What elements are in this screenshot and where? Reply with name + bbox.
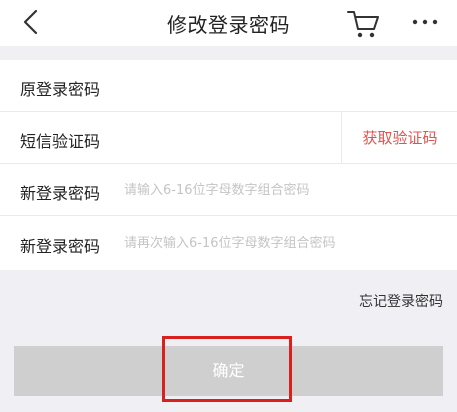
old-password-row: 原登录密码 — [0, 60, 457, 112]
new-password-label: 新登录密码 — [20, 184, 101, 203]
new-password-input[interactable] — [124, 178, 444, 202]
section-separator — [0, 46, 457, 60]
confirm-password-row: 新登录密码 — [0, 216, 457, 270]
nav-header: 修改登录密码 — [0, 0, 457, 46]
more-dots-icon[interactable] — [410, 18, 440, 26]
new-password-row: 新登录密码 — [0, 164, 457, 216]
page-title: 修改登录密码 — [167, 13, 290, 37]
old-password-input[interactable] — [124, 74, 444, 98]
password-form: 原登录密码 短信验证码 获取验证码 新登录密码 新登录密码 — [0, 60, 457, 270]
forgot-password-link[interactable]: 忘记登录密码 — [359, 291, 443, 311]
sms-code-input[interactable] — [124, 126, 324, 150]
confirm-button[interactable]: 确定 — [14, 346, 443, 396]
confirm-password-label: 新登录密码 — [20, 237, 101, 256]
sms-code-row: 短信验证码 获取验证码 — [0, 112, 457, 164]
get-code-button[interactable]: 获取验证码 — [341, 112, 457, 164]
cart-icon[interactable] — [345, 6, 381, 40]
sms-code-label: 短信验证码 — [20, 132, 101, 151]
old-password-label: 原登录密码 — [20, 80, 101, 99]
confirm-password-input[interactable] — [124, 231, 444, 255]
